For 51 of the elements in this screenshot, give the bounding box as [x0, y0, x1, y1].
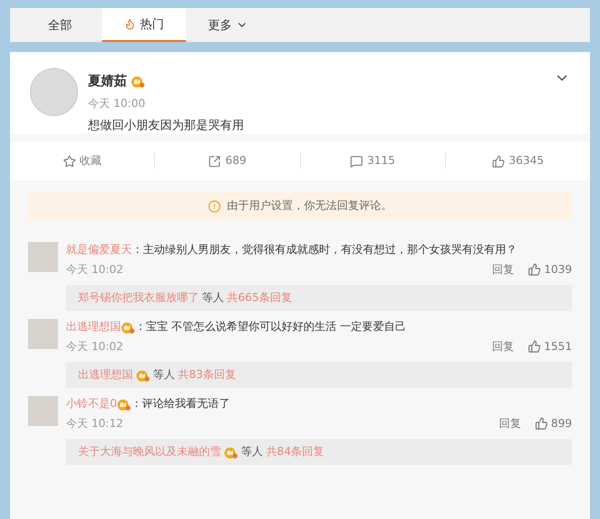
- action-button[interactable]: 收藏: [62, 152, 102, 170]
- reply-author[interactable]: 出逃理想国: [78, 366, 133, 384]
- commenter-name[interactable]: 就是偏爱夏天: [66, 242, 132, 258]
- like-button[interactable]: 899: [535, 416, 572, 432]
- reply-suffix: 等人: [153, 366, 175, 383]
- reply-author[interactable]: 郑号锡你把我衣服放哪了: [78, 290, 199, 306]
- thumbs-up-icon: [528, 340, 541, 354]
- comment-time: 今天 10:12: [66, 416, 124, 432]
- reply-count[interactable]: 共83条回复: [178, 366, 236, 384]
- commenter-name[interactable]: 小铃不是0: [66, 396, 117, 412]
- thumbs-up-icon: [492, 154, 505, 168]
- comment-icon: [350, 154, 364, 168]
- reply-suffix: 等人: [202, 290, 224, 306]
- share-icon: [208, 154, 222, 168]
- like-button[interactable]: 1551: [528, 338, 572, 355]
- reply-count[interactable]: 共665条回复: [227, 290, 292, 306]
- reply-thread[interactable]: 郑号锡你把我衣服放哪了 等人 共665条回复: [66, 285, 572, 311]
- warning-icon: [208, 200, 221, 212]
- reply-thread[interactable]: 关于大海与晚风以及未融的雪 等人 共84条回复: [66, 439, 572, 465]
- comment-time: 今天 10:02: [66, 262, 124, 278]
- avatar: [28, 242, 58, 272]
- reply-button[interactable]: 回复: [492, 262, 514, 278]
- like-button[interactable]: 1039: [528, 262, 572, 278]
- post-time: 今天 10:00: [88, 96, 146, 112]
- reply-suffix: 等人: [241, 444, 263, 460]
- reply-button[interactable]: 回复: [492, 338, 514, 355]
- reply-button[interactable]: 回复: [499, 416, 521, 432]
- flame-icon: [124, 18, 136, 30]
- comment-text: ：主动绿别人男朋友，觉得很有成就感时，有没有想过，那个女孩哭有没有用？: [132, 242, 517, 258]
- comment-time: 今天 10:02: [66, 338, 124, 354]
- author-name[interactable]: 夏婧茹: [88, 72, 127, 92]
- tab[interactable]: 热门: [102, 8, 186, 42]
- tab[interactable]: 更多: [186, 8, 270, 42]
- tab[interactable]: 全部: [18, 8, 102, 42]
- avatar: [30, 68, 78, 116]
- avatar: [28, 319, 58, 349]
- star-icon: [62, 154, 76, 168]
- thumbs-up-icon: [528, 263, 541, 276]
- action-button[interactable]: 3115: [350, 152, 396, 170]
- comment-text: ：宝宝 不管怎么说希望你可以好好的生活 一定要爱自己: [135, 319, 406, 335]
- thumbs-up-icon: [535, 417, 548, 430]
- reply-author[interactable]: 关于大海与晚风以及未融的雪: [78, 444, 221, 460]
- action-button[interactable]: 689: [208, 152, 246, 170]
- action-button[interactable]: 36345: [492, 152, 544, 170]
- avatar: [28, 396, 58, 426]
- reply-count[interactable]: 共84条回复: [266, 444, 324, 460]
- commenter-name[interactable]: 出逃理想国: [66, 319, 121, 336]
- comment-text: ：评论给我看无语了: [131, 396, 230, 412]
- post-text: 想做回小朋友因为那是哭有用: [88, 117, 244, 134]
- reply-thread[interactable]: 出逃理想国 等人 共83条回复: [66, 362, 572, 388]
- notice-bar: 由于用户设置，你无法回复评论。: [28, 192, 572, 220]
